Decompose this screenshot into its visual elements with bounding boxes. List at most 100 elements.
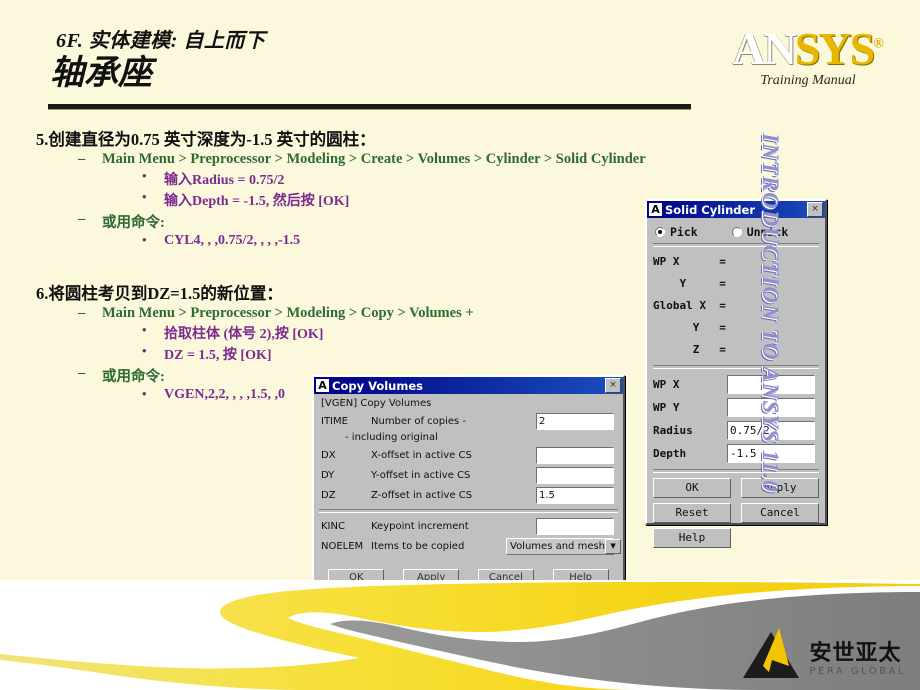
itime-desc: Number of copies - <box>371 416 467 427</box>
dot-bullet-icon: • <box>142 168 147 183</box>
dz-code: DZ <box>321 490 336 501</box>
divider <box>653 243 819 247</box>
outline-item-l2: – Main Menu > Preprocessor > Modeling > C… <box>78 151 656 168</box>
help-button[interactable]: Help <box>653 528 731 548</box>
pera-triangle-icon <box>743 628 800 678</box>
pera-global-logo: 安世亚太 PERA GLOBAL <box>739 626 906 682</box>
radio-selected-icon <box>655 227 665 237</box>
dz-desc: Z-offset in active CS <box>371 490 473 501</box>
itime-row: ITIME Number of copies - 2 <box>319 412 618 431</box>
button-row-2: Reset Cancel <box>653 503 819 523</box>
radius-row: Radius 0.75/2 <box>653 419 819 442</box>
dz-input[interactable]: 1.5 <box>536 487 614 504</box>
outline-item-l3: • DZ = 1.5, 按 [OK] <box>142 343 656 364</box>
outline-item-label: Main Menu > Preprocessor > Modeling > Cr… <box>102 151 646 167</box>
itime-subnote: - including original <box>345 432 438 443</box>
kinc-input[interactable] <box>536 518 614 535</box>
depth-row: Depth -1.5 <box>653 442 819 465</box>
divider <box>319 509 618 513</box>
close-icon[interactable]: × <box>807 202 823 217</box>
ansys-wordmark: ANSYS® <box>718 26 898 72</box>
dy-desc: Y-offset in active CS <box>371 470 471 481</box>
outline-item-l3: • CYL4, , ,0.75/2, , , ,-1.5 <box>142 232 656 249</box>
dot-bullet-icon: • <box>142 232 147 247</box>
button-row-3: Help <box>653 528 819 548</box>
dash-bullet-icon: – <box>78 305 86 321</box>
outline-item-l3: • 拾取柱体 (体号 2),按 [OK] <box>142 322 656 343</box>
outline-item-label: DZ = 1.5, 按 [OK] <box>164 348 272 363</box>
ansys-wordmark-an: AN <box>732 23 796 74</box>
pera-logo-english: PERA GLOBAL <box>809 666 906 677</box>
coord-readout-row: Y = <box>653 321 726 334</box>
copy-volumes-title: Copy Volumes <box>332 378 424 393</box>
outline-item-label: 输入Depth = -1.5, 然后按 [OK] <box>164 194 350 209</box>
dash-bullet-icon: – <box>78 365 86 381</box>
kinc-row: KINC Keypoint increment <box>319 517 618 536</box>
pick-radio[interactable]: Pick <box>655 225 698 239</box>
dx-desc: X-offset in active CS <box>371 450 472 461</box>
dash-bullet-icon: – <box>78 151 86 167</box>
itime-code: ITIME <box>321 416 348 427</box>
dot-bullet-icon: • <box>142 386 147 401</box>
title-line-1: 6F. 实体建模: 自上而下 <box>56 30 266 52</box>
outline-item-label: VGEN,2,2, , , ,1.5, ,0 <box>164 387 285 402</box>
close-icon[interactable]: × <box>605 378 621 393</box>
solid-cylinder-dialog[interactable]: A Solid Cylinder × Pick Unpick WP X = Y … <box>645 199 827 548</box>
outline-item-label: 或用命令: <box>102 215 165 231</box>
pera-logo-text: 安世亚太 PERA GLOBAL <box>809 643 906 678</box>
reset-button[interactable]: Reset <box>653 503 731 523</box>
outline-item-label: 或用命令: <box>102 369 165 385</box>
command-header: [VGEN] Copy Volumes <box>321 398 432 409</box>
solid-cylinder-titlebar[interactable]: A Solid Cylinder × <box>647 201 825 218</box>
copy-volumes-body: [VGEN] Copy Volumes ITIME Number of copi… <box>314 394 623 593</box>
outline-item-label: 输入Radius = 0.75/2 <box>164 173 285 188</box>
wp-x-label: WP X <box>653 378 680 391</box>
coord-readout-row: Global X = <box>653 299 726 312</box>
solid-cylinder-title: Solid Cylinder <box>665 202 756 217</box>
coord-readout-row: WP X = <box>653 255 726 268</box>
noelem-desc: Items to be copied <box>371 541 465 552</box>
outline-item-l1: 6.将圆柱考贝到DZ=1.5的新位置： <box>36 284 283 303</box>
wp-x-row: WP X <box>653 373 819 396</box>
divider <box>653 469 819 473</box>
dy-input[interactable] <box>536 467 614 484</box>
outline-item-l3: • 输入Depth = -1.5, 然后按 [OK] <box>142 189 656 210</box>
registered-trademark-icon: ® <box>873 36 884 52</box>
copy-volumes-titlebar[interactable]: A Copy Volumes × <box>314 377 623 394</box>
title-divider <box>48 104 691 110</box>
copy-volumes-dialog[interactable]: A Copy Volumes × [VGEN] Copy Volumes ITI… <box>312 375 625 590</box>
ansys-logo-subtitle: Training Manual <box>760 73 856 88</box>
ansys-logo: ANSYS® Training Manual <box>718 26 898 89</box>
noelem-row: NOELEM Items to be copied Volumes and me… <box>319 537 622 556</box>
button-row-1: OK Apply <box>653 478 819 498</box>
itime-input[interactable]: 2 <box>536 413 614 430</box>
wp-y-label: WP Y <box>653 401 680 414</box>
coord-readout-row: Y = <box>653 277 726 290</box>
dot-bullet-icon: • <box>142 322 147 337</box>
ok-button[interactable]: OK <box>653 478 731 498</box>
dash-bullet-icon: – <box>78 211 86 227</box>
dx-input[interactable] <box>536 447 614 464</box>
dy-row: DY Y-offset in active CS <box>319 466 618 485</box>
dot-bullet-icon: • <box>142 343 147 358</box>
solid-cylinder-body: Pick Unpick WP X = Y = Global X = Y = Z … <box>647 218 825 554</box>
outline-item-l2: – 或用命令: <box>78 211 656 232</box>
outline-item-l2: – Main Menu > Preprocessor > Modeling > C… <box>78 305 656 322</box>
pick-radio-label: Pick <box>670 225 698 239</box>
slide-body-outline: 5.创建直径为0.75 英寸深度为-1.5 英寸的圆柱： – Main Menu … <box>36 126 656 404</box>
radius-label: Radius <box>653 424 693 437</box>
chevron-down-icon[interactable]: ▼ <box>605 539 622 554</box>
ansys-wordmark-sys: SYS <box>794 23 875 74</box>
outline-spacer <box>36 250 656 280</box>
pick-mode-radio-group[interactable]: Pick Unpick <box>655 225 819 239</box>
kinc-desc: Keypoint increment <box>371 521 469 532</box>
wp-y-row: WP Y <box>653 396 819 419</box>
noelem-code: NOELEM <box>321 541 364 552</box>
slide-canvas: 6F. 实体建模: 自上而下 轴承座 ANSYS® Training Manua… <box>0 0 920 690</box>
ansys-window-icon: A <box>316 379 329 392</box>
outline-item-label: CYL4, , ,0.75/2, , , ,-1.5 <box>164 233 301 248</box>
noelem-select[interactable]: Volumes and mesh ▼ <box>506 538 622 555</box>
outline-item-label: 拾取柱体 (体号 2),按 [OK] <box>164 327 324 342</box>
radio-unselected-icon <box>731 227 742 237</box>
page-title: 6F. 实体建模: 自上而下 轴承座 <box>48 24 688 92</box>
